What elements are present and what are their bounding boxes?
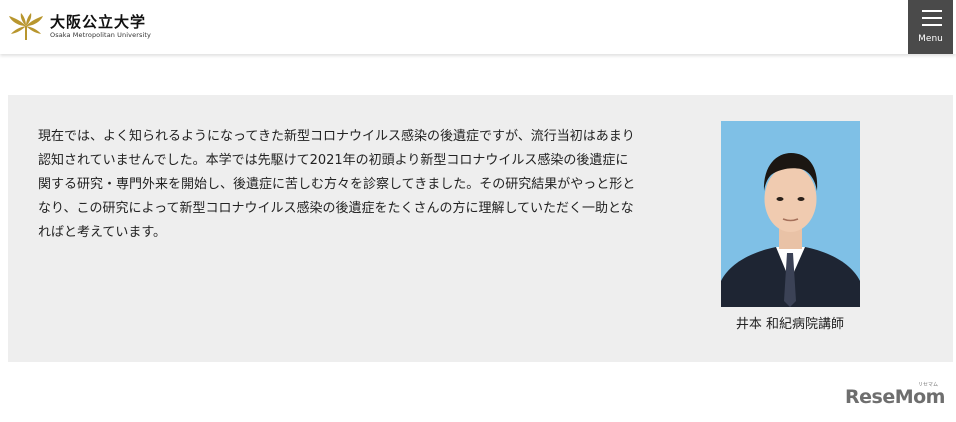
portrait-illustration [721, 121, 860, 307]
interview-paragraph: 現在では、よく知られるようになってきた新型コロナウイルス感染の後遺症ですが、流行… [38, 129, 636, 240]
interview-panel: 現在では、よく知られるようになってきた新型コロナウイルス感染の後遺症ですが、流行… [8, 95, 953, 362]
university-logo[interactable]: 大阪公立大学 Osaka Metropolitan University [8, 12, 151, 42]
site-header: 大阪公立大学 Osaka Metropolitan University Men… [0, 0, 956, 54]
resemom-watermark: ReseMom [845, 386, 945, 408]
menu-button[interactable]: Menu [908, 0, 953, 54]
menu-label: Menu [918, 34, 943, 44]
ginkgo-logo-icon [9, 13, 43, 40]
logo-text: 大阪公立大学 Osaka Metropolitan University [50, 14, 151, 40]
photo-caption: 井本 和紀病院講師 [735, 317, 845, 332]
resemom-watermark-kana: リセマム [918, 382, 939, 388]
portrait-photo [721, 121, 860, 307]
logo-name-jp: 大阪公立大学 [50, 13, 147, 31]
hamburger-icon [922, 10, 942, 31]
logo-name-en: Osaka Metropolitan University [50, 31, 151, 39]
